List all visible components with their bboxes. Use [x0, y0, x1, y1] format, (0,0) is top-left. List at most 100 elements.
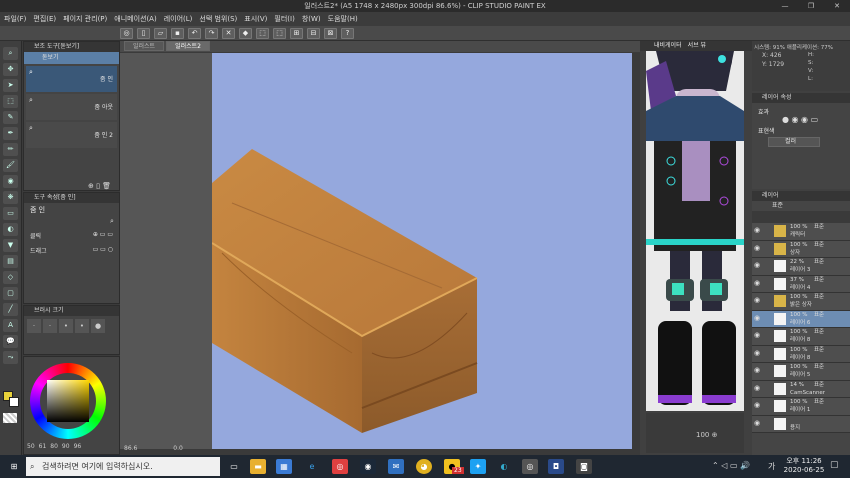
layer-row[interactable]: ◉ 37 % 표준 레이어 4	[752, 275, 850, 293]
menu-selection[interactable]: 선택 범위(S)	[199, 14, 237, 24]
brush-size-dot-icon[interactable]: ●	[91, 319, 105, 333]
layer-visibility-eye-icon[interactable]: ◉	[754, 349, 760, 357]
transform-icon[interactable]: ⬚	[256, 27, 269, 39]
redo-icon[interactable]: ↷	[205, 27, 218, 39]
menu-help[interactable]: 도움말(H)	[328, 14, 358, 24]
close-button[interactable]: ✕	[824, 0, 850, 12]
layer-row[interactable]: ◉ 100 % 표준 상자	[752, 240, 850, 258]
airbrush-tool-icon[interactable]: ◉	[3, 175, 18, 188]
layer-row[interactable]: ◉ 100 % 표준 레이어 5	[752, 363, 850, 381]
pen-tool-icon[interactable]: ✒	[3, 127, 18, 140]
hue-ring[interactable]	[30, 363, 106, 439]
undo-icon[interactable]: ↶	[188, 27, 201, 39]
correction-tool-icon[interactable]: ⤳	[3, 351, 18, 364]
subtool-footer-icons[interactable]: ⊕ ▯ 🗑	[88, 182, 111, 190]
clear-icon[interactable]: ✕	[222, 27, 235, 39]
help-icon[interactable]: ?	[341, 27, 354, 39]
drag-option-icons[interactable]: ▭ ▭ ○	[93, 246, 113, 255]
brush-size-dot-icon[interactable]: •	[59, 319, 73, 333]
layer-visibility-eye-icon[interactable]: ◉	[754, 314, 760, 322]
layer-visibility-eye-icon[interactable]: ◉	[754, 402, 760, 409]
menu-file[interactable]: 파일(F)	[4, 14, 26, 24]
deselect-icon[interactable]: ⬚	[273, 27, 286, 39]
menu-layer[interactable]: 레이어(L)	[164, 14, 193, 24]
blend-tool-icon[interactable]: ◐	[3, 223, 18, 236]
taskbar-search-box[interactable]: ⌕ 검색하려면 여기에 입력하십시오.	[26, 457, 220, 476]
layer-toolbar[interactable]	[752, 211, 850, 223]
edge-icon[interactable]: e	[304, 459, 320, 474]
tab-illust2[interactable]: 일러스트2	[166, 41, 210, 51]
text-tool-icon[interactable]: A	[3, 319, 18, 332]
subtool-group-zoom[interactable]: 돋보기	[24, 52, 119, 64]
subview-controls[interactable]: 100 ⊕	[646, 413, 744, 453]
effect-icons[interactable]: ● ◉ ◉ ▭	[782, 115, 818, 124]
pencil-tool-icon[interactable]: ✏	[3, 143, 18, 156]
clip-studio-paint-icon[interactable]: ◘	[548, 459, 564, 474]
canvas-vertical-scrollbar[interactable]	[632, 53, 640, 449]
app-icon-red[interactable]: ◎	[332, 459, 348, 474]
layer-row[interactable]: ◉ 100 % 표준 밝은 상자	[752, 293, 850, 311]
clip-studio-launcher-icon[interactable]: ◎	[522, 459, 538, 474]
maximize-button[interactable]: ❐	[798, 0, 824, 12]
subtool-item-zoom-in-2[interactable]: ⌕ 줌 인 2	[26, 122, 117, 148]
subview-reference-image[interactable]	[646, 51, 744, 411]
new-file-icon[interactable]: ▯	[137, 27, 150, 39]
eraser-tool-icon[interactable]: ▭	[3, 207, 18, 220]
canvas[interactable]	[211, 53, 632, 449]
layer-visibility-eye-icon[interactable]: ◉	[754, 384, 760, 392]
snap-grid-icon[interactable]: ⊟	[307, 27, 320, 39]
menu-page[interactable]: 페이지 관리(P)	[63, 14, 107, 24]
snap-ruler-icon[interactable]: ⊞	[290, 27, 303, 39]
open-file-icon[interactable]: ▱	[154, 27, 167, 39]
brush-size-dot-icon[interactable]: •	[75, 319, 89, 333]
layer-row[interactable]: ◉ 용지	[752, 415, 850, 433]
action-center-icon[interactable]: ▢	[830, 460, 839, 470]
minimize-button[interactable]: —	[772, 0, 798, 12]
store-icon[interactable]: ▦	[276, 459, 292, 474]
edge-new-icon[interactable]: ◐	[496, 459, 512, 474]
menu-filter[interactable]: 필터(I)	[274, 14, 294, 24]
figure-tool-icon[interactable]: ◇	[3, 271, 18, 284]
steam-icon[interactable]: ◉	[360, 459, 376, 474]
layer-visibility-eye-icon[interactable]: ◉	[754, 244, 760, 252]
select-tool-icon[interactable]: ⬚	[3, 95, 18, 108]
windows-start-icon[interactable]: ⊞	[6, 459, 22, 474]
sub-color-swatch[interactable]	[9, 397, 19, 407]
layer-visibility-eye-icon[interactable]: ◉	[754, 419, 760, 427]
blend-mode-select[interactable]: 표준	[752, 201, 850, 211]
tab-illust[interactable]: 일러스트	[124, 41, 165, 51]
layer-visibility-eye-icon[interactable]: ◉	[754, 227, 760, 234]
twitter-icon[interactable]: ✦	[470, 459, 486, 474]
mail-icon[interactable]: ✉	[388, 459, 404, 474]
layer-row[interactable]: ◉ 100 % 표준 캐릭터	[752, 223, 850, 241]
menu-edit[interactable]: 편집(E)	[33, 14, 56, 24]
decoration-tool-icon[interactable]: ❋	[3, 191, 18, 204]
brush-size-dot-icon[interactable]: ·	[27, 319, 41, 333]
rotation-value[interactable]: 0.0	[173, 445, 183, 452]
menu-animation[interactable]: 애니메이션(A)	[114, 14, 156, 24]
zoom-level[interactable]: 86.6	[124, 445, 137, 452]
task-view-icon[interactable]: ▭	[226, 459, 242, 474]
click-row[interactable]: 클릭 ⊕ ▭ ▭	[24, 217, 119, 242]
subtool-item-zoom-in[interactable]: ⌕ 줌 인	[26, 66, 117, 92]
eyedropper-icon[interactable]: ✎	[3, 111, 18, 124]
brush-tool-icon[interactable]: 🖌	[3, 159, 18, 172]
layer-visibility-eye-icon[interactable]: ◉	[754, 297, 760, 304]
drag-row[interactable]: 드래그 ▭ ▭ ○	[24, 242, 119, 259]
layer-row[interactable]: ◉ 100 % 표준 레이어 6	[752, 310, 850, 328]
click-option-icons[interactable]: ⊕ ▭ ▭	[93, 231, 113, 240]
layer-visibility-eye-icon[interactable]: ◉	[754, 332, 760, 339]
layer-row[interactable]: ◉ 100 % 표준 레이어 8	[752, 345, 850, 363]
saturation-value-square[interactable]	[47, 380, 89, 422]
tab-navigator[interactable]: 내비게이터	[654, 41, 682, 51]
ime-indicator[interactable]: 가	[768, 461, 775, 472]
operation-tool-icon[interactable]: ➤	[3, 79, 18, 92]
taskbar-clock[interactable]: 오후 11:26 2020-06-25	[782, 457, 826, 475]
layer-row[interactable]: ◉ 100 % 표준 레이어 1	[752, 398, 850, 416]
frame-tool-icon[interactable]: ▢	[3, 287, 18, 300]
file-explorer-icon[interactable]: ▬	[250, 459, 266, 474]
fill-icon[interactable]: ◆	[239, 27, 252, 39]
balloon-tool-icon[interactable]: 💬	[3, 335, 18, 348]
clip-studio-icon[interactable]: ◎	[120, 27, 133, 39]
layer-visibility-eye-icon[interactable]: ◉	[754, 279, 760, 287]
